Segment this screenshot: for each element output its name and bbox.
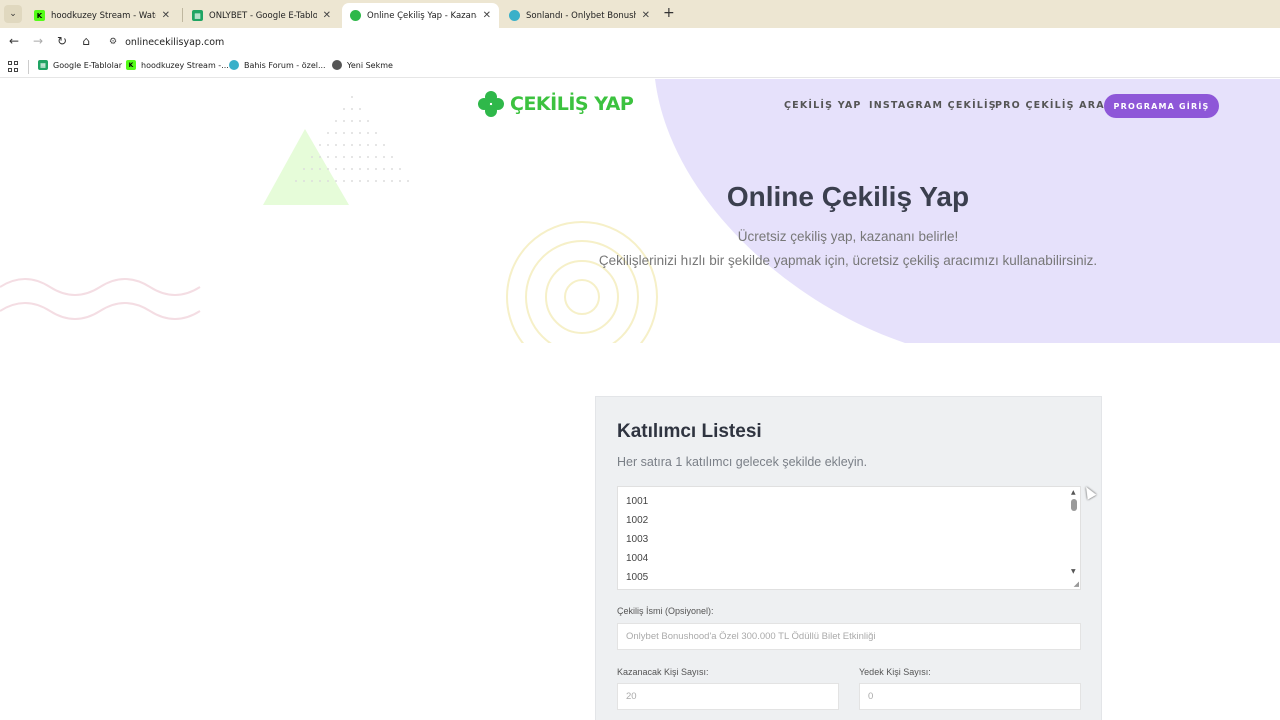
- close-icon[interactable]: ✕: [483, 10, 491, 21]
- sheets-icon: ▦: [38, 60, 48, 70]
- participant-list-textarea[interactable]: 1001 1002 1003 1004 1005 ▲ ▼ ◢: [617, 486, 1081, 590]
- bookmark-label: Yeni Sekme: [347, 60, 393, 70]
- site-logo[interactable]: ÇEKİLİŞ YAP: [478, 91, 634, 117]
- raffle-name-input[interactable]: Onlybet Bonushood'a Özel 300.000 TL Ödül…: [617, 623, 1081, 650]
- address-bar[interactable]: ⚙ onlinecekilisyap.com: [105, 31, 1275, 53]
- tab-search-button[interactable]: ⌄: [4, 5, 22, 23]
- scroll-thumb[interactable]: [1071, 499, 1077, 511]
- form-title: Katılımcı Listesi: [617, 421, 762, 442]
- clover-icon: [350, 10, 361, 21]
- nav-instagram-cekilis[interactable]: INSTAGRAM ÇEKİLİŞ: [869, 100, 997, 111]
- hero-description: Çekilişlerinizi hızlı bir şekilde yapmak…: [598, 253, 1098, 268]
- bird-icon: [229, 60, 239, 70]
- participant-form-card: Katılımcı Listesi Her satıra 1 katılımcı…: [595, 396, 1102, 720]
- participant-row: 1003: [626, 534, 649, 545]
- tab-separator: [182, 8, 183, 22]
- bookmark-divider: [28, 60, 29, 74]
- nav-cekilis-yap[interactable]: ÇEKİLİŞ YAP: [784, 100, 862, 111]
- chrome-icon: [332, 60, 342, 70]
- programa-giris-button[interactable]: PROGRAMA GİRİŞ: [1104, 94, 1219, 118]
- backup-count-input[interactable]: 0: [859, 683, 1081, 710]
- page-content: ÇEKİLİŞ YAP ÇEKİLİŞ YAP INSTAGRAM ÇEKİLİ…: [0, 79, 1280, 720]
- page-title: Online Çekiliş Yap: [726, 181, 970, 212]
- participant-row: 1001: [626, 496, 649, 507]
- winners-count-input[interactable]: 20: [617, 683, 839, 710]
- tab-title: hoodkuzey Stream - Watch Live: [51, 10, 156, 21]
- bookmark-yeni-sekme[interactable]: Yeni Sekme: [332, 60, 393, 70]
- form-description: Her satıra 1 katılımcı gelecek şekilde e…: [617, 455, 868, 469]
- participant-row: 1002: [626, 515, 649, 526]
- hero-subtitle: Ücretsiz çekiliş yap, kazananı belirle!: [737, 229, 959, 244]
- close-icon[interactable]: ✕: [642, 10, 650, 21]
- winners-count-label: Kazanacak Kişi Sayısı:: [617, 667, 709, 677]
- nav-pro-cekilis-araci[interactable]: PRO ÇEKİLİŞ ARACI: [995, 100, 1118, 111]
- sheets-icon: ▦: [192, 10, 203, 21]
- bookmark-label: hoodkuzey Stream -...: [141, 60, 229, 70]
- tab-title: ONLYBET - Google E-Tablolar: [209, 10, 317, 21]
- tab-hoodkuzey[interactable]: K hoodkuzey Stream - Watch Live ✕: [26, 3, 178, 28]
- scroll-up-icon[interactable]: ▲: [1071, 489, 1076, 496]
- kick-icon: K: [126, 60, 136, 70]
- close-icon[interactable]: ✕: [162, 10, 170, 21]
- clover-icon: [478, 91, 504, 117]
- backup-count-label: Yedek Kişi Sayısı:: [859, 667, 931, 677]
- home-icon[interactable]: ⌂: [78, 34, 94, 48]
- bookmarks-bar: ▦ Google E-Tablolar K hoodkuzey Stream -…: [0, 56, 1280, 78]
- reload-icon[interactable]: ↻: [54, 34, 70, 48]
- bookmark-label: Bahis Forum - özel...: [244, 60, 326, 70]
- logo-text: ÇEKİLİŞ YAP: [510, 93, 634, 115]
- bookmark-google-sheets[interactable]: ▦ Google E-Tablolar: [38, 60, 122, 70]
- kick-icon: K: [34, 10, 45, 21]
- close-icon[interactable]: ✕: [323, 10, 331, 21]
- tab-onlybet-sheets[interactable]: ▦ ONLYBET - Google E-Tablolar ✕: [184, 3, 339, 28]
- url-text: onlinecekilisyap.com: [125, 36, 225, 48]
- resize-grip-icon[interactable]: ◢: [1074, 580, 1079, 588]
- bird-icon: [509, 10, 520, 21]
- bookmark-label: Google E-Tablolar: [53, 60, 123, 70]
- tab-title: Sonlandı - Onlybet Bonushood: [526, 10, 636, 21]
- bookmark-bahis-forum[interactable]: Bahis Forum - özel...: [229, 60, 326, 70]
- tab-cekilis-yap[interactable]: Online Çekiliş Yap - Kazananı Be ✕: [342, 3, 499, 28]
- scroll-down-icon[interactable]: ▼: [1071, 568, 1076, 575]
- browser-toolbar: ← → ↻ ⌂ ⚙ onlinecekilisyap.com: [0, 28, 1280, 56]
- tab-sonlandi[interactable]: Sonlandı - Onlybet Bonushood ✕: [501, 3, 658, 28]
- textarea-scrollbar[interactable]: ▲ ▼ ◢: [1068, 487, 1080, 589]
- forward-icon[interactable]: →: [30, 34, 46, 48]
- site-settings-icon[interactable]: ⚙: [109, 37, 117, 47]
- new-tab-button[interactable]: +: [663, 5, 675, 21]
- participant-row: 1004: [626, 553, 649, 564]
- back-icon[interactable]: ←: [6, 34, 22, 48]
- raffle-name-label: Çekiliş İsmi (Opsiyonel):: [617, 606, 714, 616]
- participant-row: 1005: [626, 572, 649, 583]
- tab-bar: ⌄ K hoodkuzey Stream - Watch Live ✕ ▦ ON…: [0, 0, 1280, 28]
- bookmark-hoodkuzey[interactable]: K hoodkuzey Stream -...: [126, 60, 229, 70]
- apps-icon[interactable]: [8, 61, 19, 72]
- tab-title: Online Çekiliş Yap - Kazananı Be: [367, 10, 477, 21]
